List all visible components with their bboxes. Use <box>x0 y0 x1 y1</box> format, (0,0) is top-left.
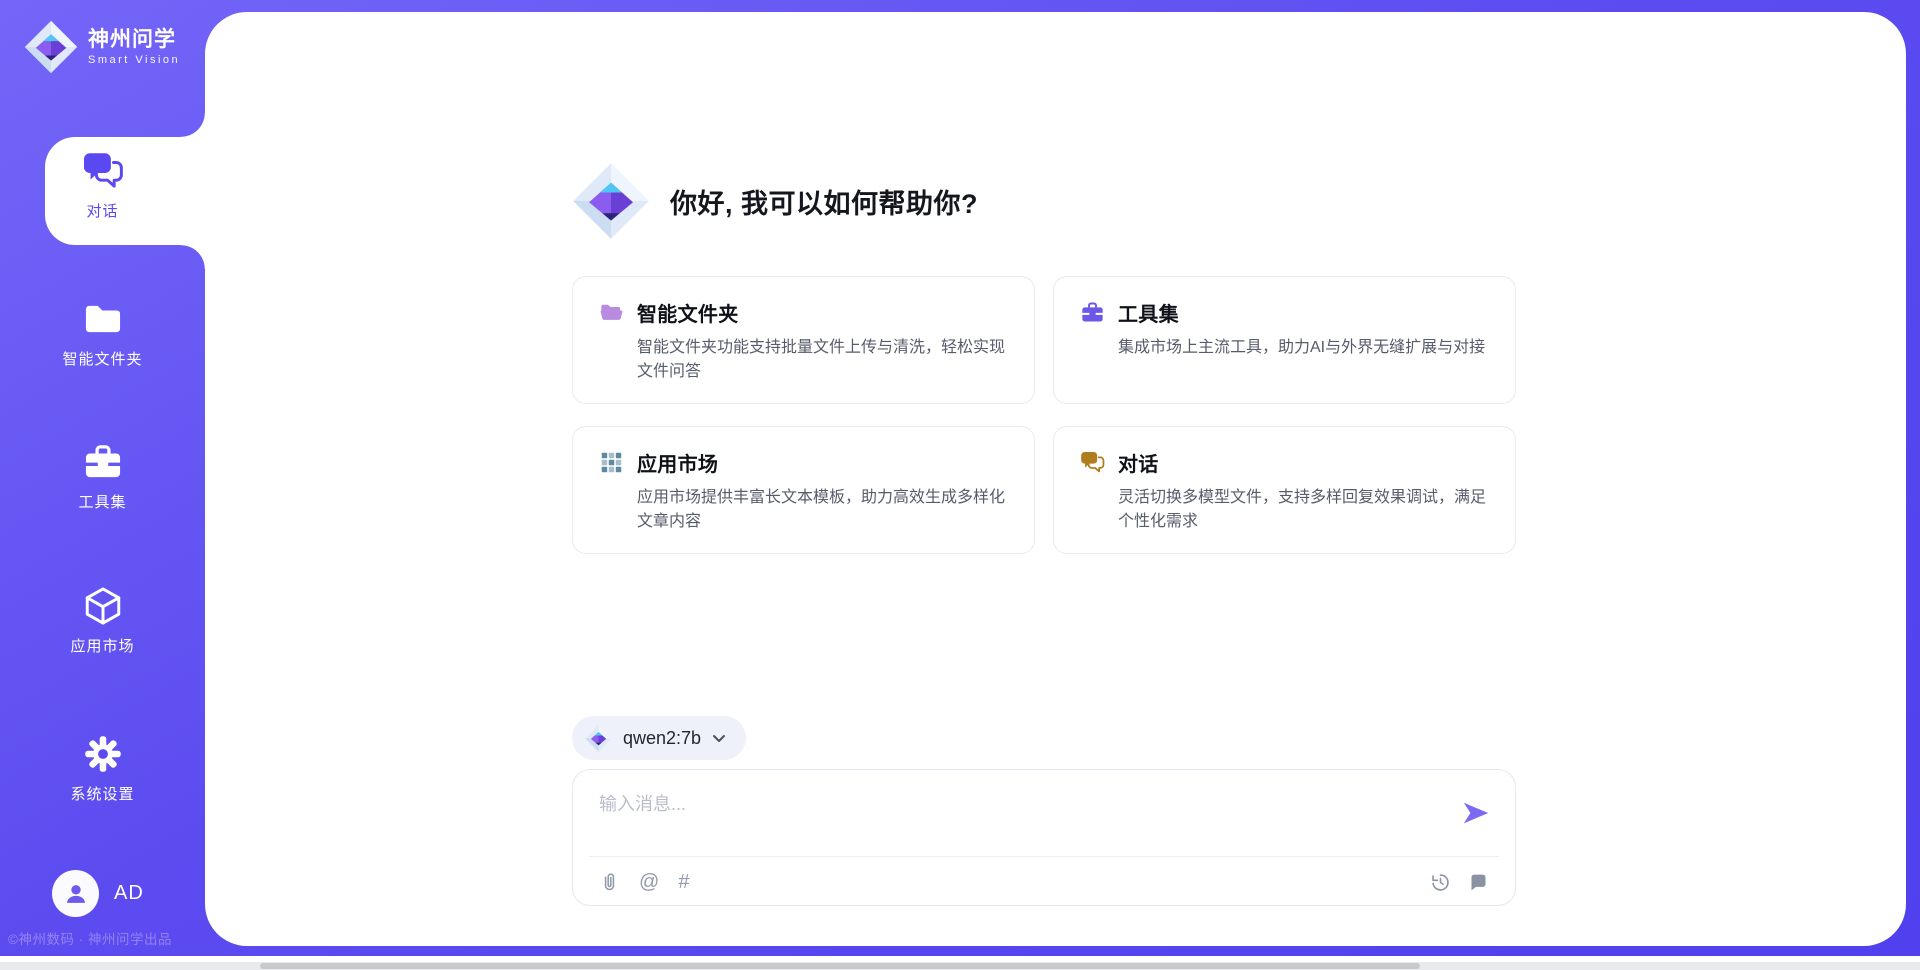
brand-name: 神州问学 <box>88 28 180 52</box>
toolbox-icon <box>1080 300 1105 325</box>
chevron-down-icon <box>712 734 726 743</box>
attach-file-button[interactable] <box>599 872 620 893</box>
sidebar-item-label: 对话 <box>86 200 118 221</box>
sidebar: 神州问学 Smart Vision 对话 智能文件夹 工具集 应用市场 系统设置 <box>0 0 205 956</box>
card-smart-folder[interactable]: 智能文件夹 智能文件夹功能支持批量文件上传与清洗，轻松实现文件问答 <box>572 276 1035 404</box>
composer-divider <box>589 856 1499 857</box>
app-window: 神州问学 Smart Vision 对话 智能文件夹 工具集 应用市场 系统设置 <box>0 0 1920 970</box>
card-header: 智能文件夹 <box>599 298 1008 327</box>
person-icon <box>61 879 91 909</box>
sidebar-item-smart-folder[interactable]: 智能文件夹 <box>0 298 205 369</box>
scrollbar-thumb[interactable] <box>260 963 1420 969</box>
comment-icon <box>1468 872 1489 893</box>
paperclip-icon <box>599 872 620 893</box>
chat-icon <box>82 150 124 192</box>
card-title: 应用市场 <box>637 448 718 477</box>
brand-text: 神州问学 Smart Vision <box>88 28 180 66</box>
card-title: 工具集 <box>1118 298 1179 327</box>
sidebar-item-app-market[interactable]: 应用市场 <box>0 585 205 656</box>
greeting-block: 你好, 我可以如何帮助你? <box>572 162 978 240</box>
new-conversation-button[interactable] <box>1468 872 1489 893</box>
sidebar-item-chat[interactable]: 对话 <box>0 150 205 221</box>
composer-toolbar: @ # <box>599 868 1489 896</box>
card-header: 工具集 <box>1080 298 1489 327</box>
active-nav-curve-top <box>181 113 205 137</box>
brand-logo: 神州问学 Smart Vision <box>24 20 180 74</box>
model-selector[interactable]: qwen2:7b <box>572 716 746 760</box>
topic-button[interactable]: # <box>678 872 689 892</box>
chat-icon <box>1080 450 1105 475</box>
message-input[interactable] <box>599 790 1429 848</box>
card-header: 应用市场 <box>599 448 1008 477</box>
model-name: qwen2:7b <box>623 728 701 749</box>
message-composer: @ # <box>572 769 1516 906</box>
card-chat[interactable]: 对话 灵活切换多模型文件，支持多样回复效果调试，满足个性化需求 <box>1053 426 1516 554</box>
hashtag-icon: # <box>678 871 689 893</box>
card-header: 对话 <box>1080 448 1489 477</box>
send-button[interactable] <box>1461 798 1491 828</box>
send-icon <box>1461 798 1491 828</box>
card-title: 智能文件夹 <box>637 298 739 327</box>
cube-icon <box>82 585 124 627</box>
at-icon: @ <box>639 871 659 893</box>
card-toolset[interactable]: 工具集 集成市场上主流工具，助力AI与外界无缝扩展与对接 <box>1053 276 1516 404</box>
greeting-text: 你好, 我可以如何帮助你? <box>670 182 978 221</box>
model-logo-icon <box>585 725 612 752</box>
history-button[interactable] <box>1430 872 1451 893</box>
main-panel: 你好, 我可以如何帮助你? 智能文件夹 智能文件夹功能支持批量文件上传与清洗，轻… <box>205 12 1906 946</box>
horizontal-scrollbar[interactable] <box>0 962 1920 970</box>
sidebar-item-settings[interactable]: 系统设置 <box>0 733 205 804</box>
card-app-market[interactable]: 应用市场 应用市场提供丰富长文本模板，助力高效生成多样化文章内容 <box>572 426 1035 554</box>
feature-cards: 智能文件夹 智能文件夹功能支持批量文件上传与清洗，轻松实现文件问答 工具集 集成… <box>572 276 1516 554</box>
folder-open-icon <box>599 300 624 325</box>
card-description: 应用市场提供丰富长文本模板，助力高效生成多样化文章内容 <box>637 486 1008 534</box>
history-icon <box>1430 872 1451 893</box>
sidebar-footer-credit: ©神州数码 · 神州问学出品 <box>8 928 208 948</box>
sidebar-item-label: 系统设置 <box>70 783 134 804</box>
sidebar-item-label: 智能文件夹 <box>62 348 142 369</box>
app-grid-icon <box>599 450 624 475</box>
mention-button[interactable]: @ <box>639 872 659 892</box>
gear-icon <box>82 733 124 775</box>
folder-icon <box>82 298 124 340</box>
toolbox-icon <box>82 441 124 483</box>
active-nav-curve-bottom <box>181 245 205 269</box>
user-account[interactable]: AD <box>52 870 144 917</box>
sidebar-item-label: 应用市场 <box>70 635 134 656</box>
sidebar-item-label: 工具集 <box>78 491 126 512</box>
card-title: 对话 <box>1118 448 1159 477</box>
card-description: 灵活切换多模型文件，支持多样回复效果调试，满足个性化需求 <box>1118 486 1489 534</box>
composer-toolbar-right <box>1430 872 1489 893</box>
assistant-diamond-icon <box>572 162 650 240</box>
user-initials: AD <box>114 882 144 905</box>
brand-subtitle: Smart Vision <box>88 54 180 66</box>
card-description: 集成市场上主流工具，助力AI与外界无缝扩展与对接 <box>1118 336 1489 360</box>
brand-diamond-icon <box>24 20 78 74</box>
sidebar-item-toolset[interactable]: 工具集 <box>0 441 205 512</box>
avatar[interactable] <box>52 870 99 917</box>
card-description: 智能文件夹功能支持批量文件上传与清洗，轻松实现文件问答 <box>637 336 1008 384</box>
